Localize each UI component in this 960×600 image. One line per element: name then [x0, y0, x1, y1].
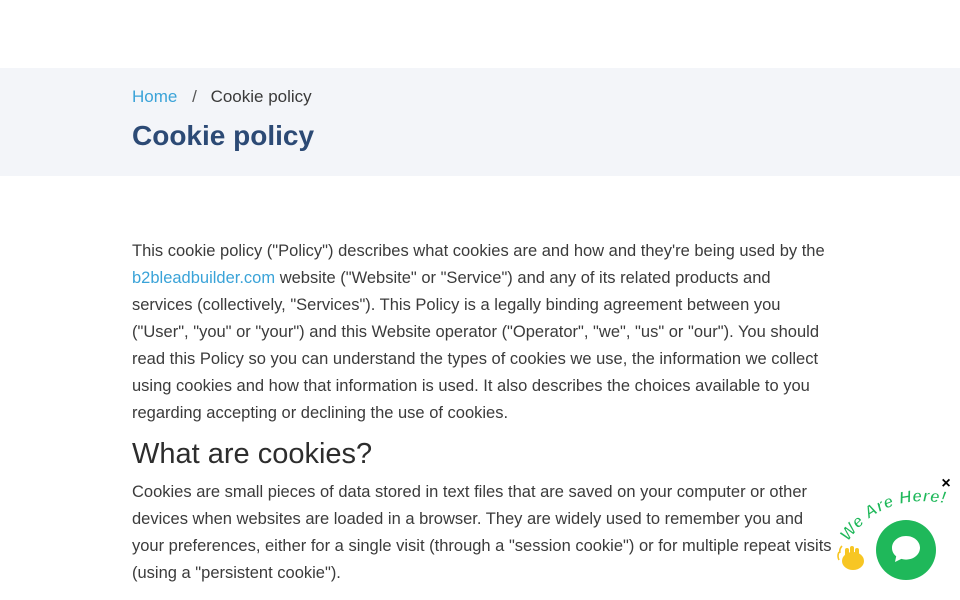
top-header-bar	[0, 0, 960, 68]
page-title: Cookie policy	[132, 120, 315, 151]
chat-widget: × We Are Here!	[834, 474, 960, 600]
intro-paragraph: This cookie policy ("Policy") describes …	[132, 238, 832, 427]
intro-text-start: This cookie policy ("Policy") describes …	[132, 242, 825, 260]
wave-hand-icon	[837, 545, 864, 570]
section-paragraph-what-are-cookies: Cookies are small pieces of data stored …	[132, 483, 832, 582]
policy-content: This cookie policy ("Policy") describes …	[132, 238, 832, 587]
breadcrumb-separator: /	[192, 87, 197, 106]
chat-bubble-icon	[892, 536, 920, 562]
section-heading-what-are-cookies: What are cookies?	[132, 438, 373, 470]
intro-text-end: website ("Website" or "Service") and any…	[132, 269, 819, 422]
open-chat-button[interactable]	[876, 520, 936, 580]
website-link[interactable]: b2bleadbuilder.com	[132, 269, 275, 287]
breadcrumb-current: Cookie policy	[210, 87, 312, 106]
breadcrumb-home-link[interactable]: Home	[132, 87, 177, 106]
breadcrumb: Home / Cookie policy	[132, 86, 312, 108]
